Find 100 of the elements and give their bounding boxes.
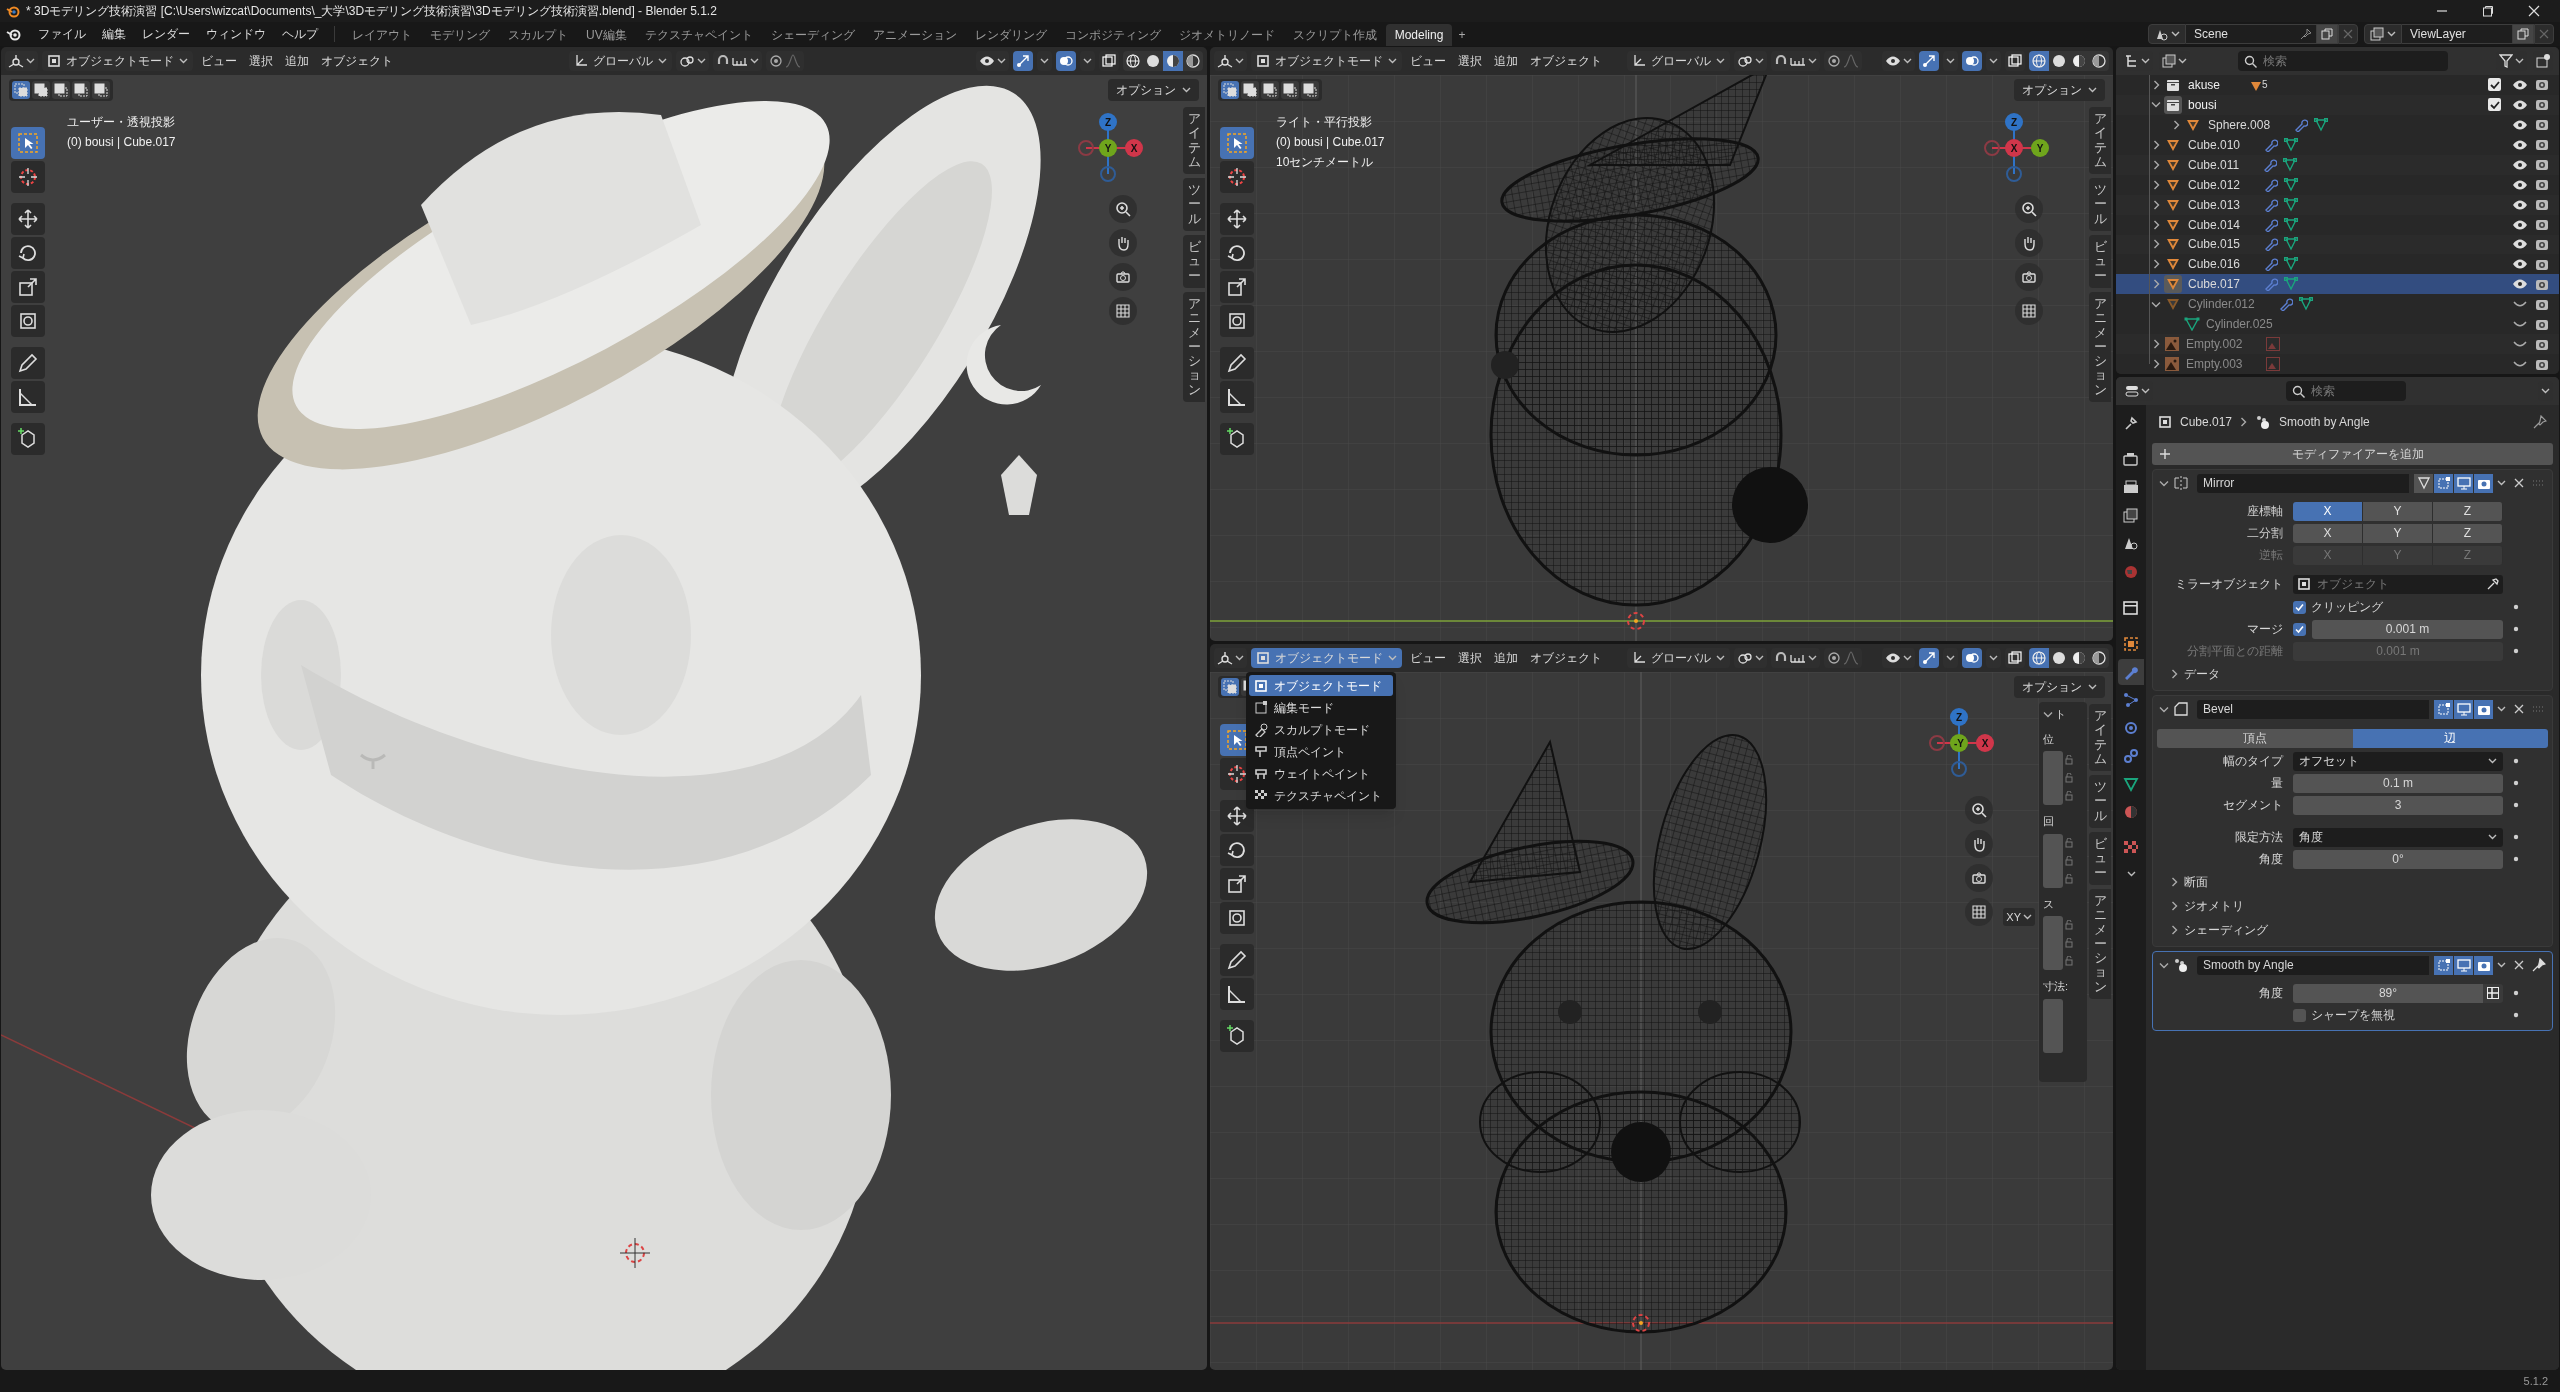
transform-orientation-dropdown[interactable]: グローバル <box>1626 648 1730 668</box>
header-menu[interactable]: 追加 <box>1490 52 1522 70</box>
mode-menu-item[interactable]: 編集モード <box>1249 697 1393 718</box>
number-field[interactable]: 0.1 m <box>2293 773 2503 793</box>
rotation-mode-dropdown[interactable]: XY <box>2003 908 2035 926</box>
sidebar-tab[interactable]: アイテム <box>2089 704 2111 772</box>
workspace-tab[interactable]: スカルプト <box>499 24 577 46</box>
transform-orientation-dropdown[interactable]: グローバル <box>569 51 672 71</box>
options-dropdown[interactable]: オプション <box>2014 676 2105 698</box>
axis-toggle[interactable]: Z <box>2433 523 2503 543</box>
breadcrumb-item[interactable]: Cube.017 <box>2180 413 2233 431</box>
axis-toggle[interactable]: Z <box>2433 501 2503 521</box>
sidebar-tab[interactable]: ビュー <box>1183 235 1205 288</box>
sidebar-tab[interactable]: ツール <box>2089 178 2111 232</box>
header-menu[interactable]: ビュー <box>1406 52 1450 70</box>
workspace-tab[interactable]: ジオメトリノード <box>1169 24 1284 46</box>
child-count: 5 <box>2262 78 2268 93</box>
axis-toggle[interactable]: X <box>2293 501 2363 521</box>
header-menu[interactable]: オブジェクト <box>1526 52 1606 70</box>
menu-item[interactable]: ウィンドウ <box>198 23 274 45</box>
workspace-tab[interactable]: テクスチャペイント <box>635 24 762 46</box>
sidebar-tab[interactable]: アイテム <box>2089 107 2111 175</box>
dropdown[interactable]: オフセット <box>2293 751 2503 771</box>
mode-menu-item[interactable]: ウェイトペイント <box>1249 763 1393 784</box>
segment-toggle[interactable]: 辺 <box>2352 728 2548 748</box>
segment-toggle[interactable]: 頂点 <box>2157 728 2353 748</box>
search-field[interactable]: 検索 <box>2238 51 2448 71</box>
workspace-tab[interactable]: モデリング <box>421 24 499 46</box>
view-layer-field[interactable]: ViewLayer <box>2402 24 2512 44</box>
options-dropdown[interactable]: オプション <box>1108 79 1199 101</box>
number-field[interactable]: 0.001 m <box>2312 619 2503 639</box>
axis-toggle[interactable]: Y <box>2363 501 2433 521</box>
outliner-row[interactable]: Cube.017 <box>2116 274 2559 295</box>
mode-menu-item[interactable]: 頂点ペイント <box>1249 741 1393 762</box>
field-label: 分割平面との距離 <box>2186 643 2284 660</box>
header-menu[interactable]: ビュー <box>197 52 241 70</box>
workspace-tab[interactable]: Modeling <box>1385 24 1453 46</box>
axis-toggle[interactable]: Y <box>2363 523 2433 543</box>
menu-item[interactable]: レンダー <box>134 23 198 45</box>
add-modifier-button[interactable]: モディファイアーを追加 <box>2152 443 2553 465</box>
header-menu[interactable]: オブジェクト <box>317 52 397 70</box>
options-dropdown[interactable]: オプション <box>2014 79 2105 101</box>
checkbox[interactable]: シャープを無視 <box>2293 1006 2503 1024</box>
workspace-tab[interactable]: コンポジティング <box>1055 24 1170 46</box>
menu-item[interactable]: ヘルプ <box>274 23 326 45</box>
object-field[interactable]: オブジェクト <box>2293 574 2503 594</box>
header-menu[interactable]: 選択 <box>245 52 277 70</box>
workspace-tab[interactable]: シェーディング <box>761 24 864 46</box>
number-field[interactable]: 89° <box>2293 983 2483 1003</box>
transform-orientation-dropdown[interactable]: グローバル <box>1626 51 1730 71</box>
mode-dropdown[interactable]: オブジェクトモード <box>42 51 193 71</box>
modifier-name-field[interactable]: Bevel <box>2197 699 2429 719</box>
workspace-tab[interactable]: レンダリング <box>965 24 1056 46</box>
field-label: 角度 <box>2258 851 2284 868</box>
sidebar-tab[interactable]: ツール <box>2089 775 2111 829</box>
mode-menu-item[interactable]: テクスチャペイント <box>1249 785 1393 806</box>
number-field[interactable]: 0° <box>2293 849 2503 869</box>
sidebar-tab[interactable]: アニメーション <box>1183 291 1205 403</box>
subpanel-header[interactable]: データ <box>2153 662 2552 686</box>
modifier-name-field[interactable]: Smooth by Angle <box>2197 955 2429 975</box>
header-menu[interactable]: 追加 <box>1490 649 1522 667</box>
sidebar-tab[interactable]: アニメーション <box>2089 291 2111 403</box>
add-workspace-button[interactable]: + <box>1452 24 1472 46</box>
header-menu[interactable]: 選択 <box>1454 649 1486 667</box>
header-menu[interactable]: ビュー <box>1406 649 1450 667</box>
viewport-info-text: ライト・平行投影 <box>1276 114 1373 131</box>
menu-item[interactable]: ファイル <box>30 23 94 45</box>
field-label: セグメント <box>2222 797 2284 814</box>
breadcrumb-item[interactable]: Smooth by Angle <box>2279 413 2370 431</box>
number-field[interactable]: 3 <box>2293 795 2503 815</box>
search-field[interactable]: 検索 <box>2285 381 2406 401</box>
sidebar-tab[interactable]: ビュー <box>2089 235 2111 288</box>
outliner-row[interactable]: Empty.003 <box>2116 354 2559 374</box>
subpanel-header[interactable]: ジオメトリ <box>2153 894 2552 918</box>
checkbox[interactable]: クリッピング <box>2293 598 2503 616</box>
mode-menu-item[interactable]: オブジェクトモード <box>1249 675 1393 696</box>
workspace-tab[interactable]: UV編集 <box>577 24 636 46</box>
modifier-name-field[interactable]: Mirror <box>2197 473 2409 493</box>
field-label: 逆転 <box>2258 547 2284 564</box>
sidebar-tab[interactable]: アイテム <box>1183 107 1205 175</box>
subpanel-header[interactable]: シェーディング <box>2153 918 2552 942</box>
workspace-tab[interactable]: アニメーション <box>863 24 966 46</box>
sidebar-tab[interactable]: ツール <box>1183 178 1205 232</box>
mode-dropdown[interactable]: オブジェクトモード <box>1251 51 1402 71</box>
header-menu[interactable]: 追加 <box>281 52 313 70</box>
header-menu[interactable]: 選択 <box>1454 52 1486 70</box>
scene-name-field[interactable]: Scene <box>2186 24 2296 44</box>
sidebar-tab[interactable]: アニメーション <box>2089 888 2111 1000</box>
viewport-info-text: (0) bousi | Cube.017 <box>67 134 176 151</box>
panel-title: ト <box>2055 707 2066 722</box>
workspace-tab[interactable]: スクリプト作成 <box>1283 24 1386 46</box>
mode-dropdown[interactable]: オブジェクトモード <box>1251 648 1402 668</box>
workspace-tab[interactable]: レイアウト <box>343 24 421 46</box>
subpanel-header[interactable]: 断面 <box>2153 870 2552 894</box>
sidebar-tab[interactable]: ビュー <box>2089 832 2111 885</box>
mode-menu-item[interactable]: スカルプトモード <box>1249 719 1393 740</box>
header-menu[interactable]: オブジェクト <box>1526 649 1606 667</box>
axis-toggle[interactable]: X <box>2293 523 2363 543</box>
dropdown[interactable]: 角度 <box>2293 827 2503 847</box>
menu-item[interactable]: 編集 <box>94 23 134 45</box>
